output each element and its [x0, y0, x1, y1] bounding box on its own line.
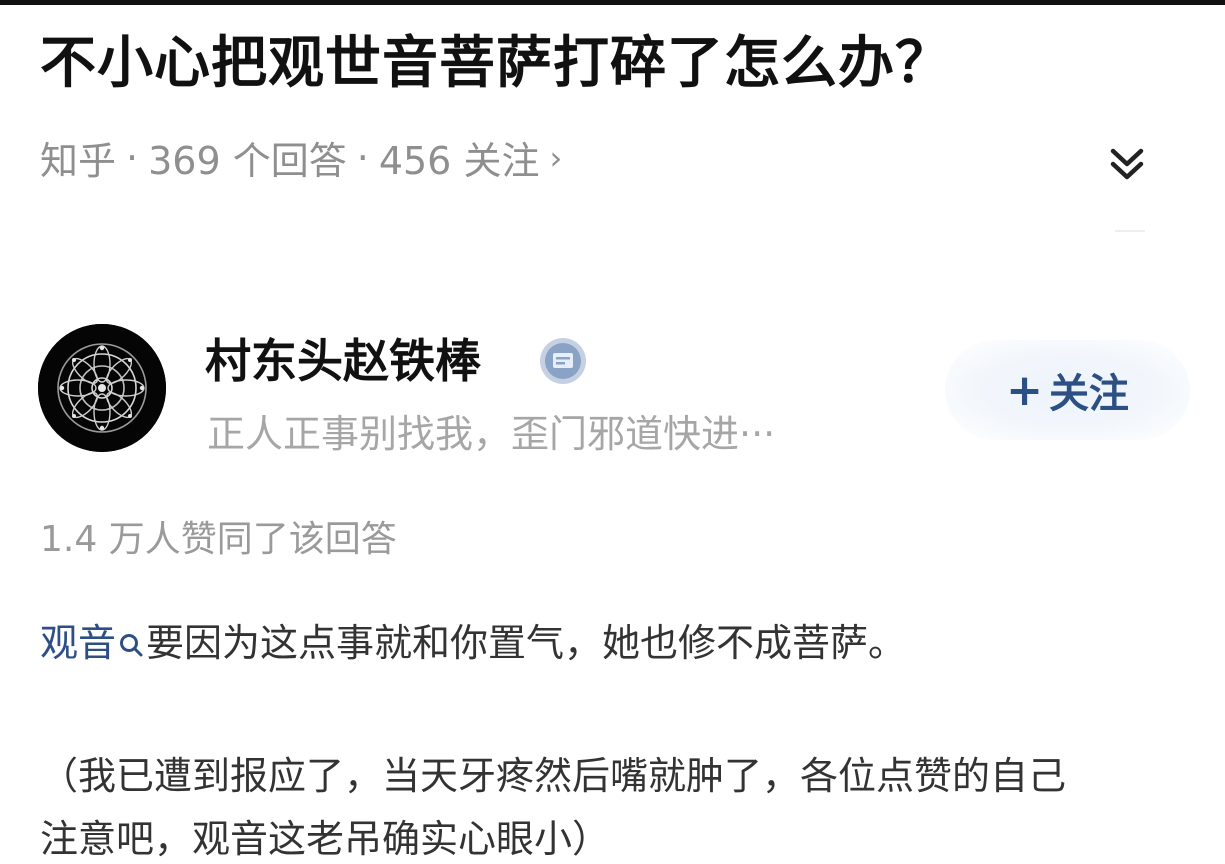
- upvote-count: 1.4 万人赞同了该回答: [40, 519, 397, 560]
- answer-text: 要因为这点事就和你置气，她也修不成菩萨。: [146, 621, 907, 665]
- divider: [1115, 230, 1145, 232]
- chevron-double-down-icon[interactable]: [1105, 142, 1149, 186]
- answer-paragraph-3: 注意吧，观音这老吊确实心眼小）: [40, 817, 611, 861]
- follow-label: 关注: [1048, 371, 1129, 417]
- author-bio: 正人正事别找我，歪门邪道快进···: [207, 412, 776, 456]
- avatar-mandala-image: [38, 324, 166, 452]
- meta-separator: ·: [126, 135, 139, 180]
- follow-button[interactable]: + 关注: [945, 340, 1190, 440]
- meta-separator: ·: [356, 135, 369, 180]
- avatar[interactable]: [38, 324, 166, 452]
- question-meta[interactable]: 知乎 · 369 个回答 · 456 关注 ›: [40, 130, 562, 185]
- followers-count: 456 关注: [378, 139, 540, 183]
- author-name[interactable]: 村东头赵铁棒: [205, 325, 481, 391]
- question-title[interactable]: 不小心把观世音菩萨打碎了怎么办？: [40, 18, 952, 99]
- chevron-right-icon: ›: [549, 138, 563, 177]
- source-label: 知乎: [40, 139, 117, 183]
- top-edge-bar: [0, 0, 1225, 5]
- plus-icon: +: [1006, 364, 1043, 416]
- answer-paragraph-1: 观音 要因为这点事就和你置气，她也修不成菩萨。: [40, 612, 906, 667]
- search-icon[interactable]: [118, 632, 144, 658]
- answers-count: 369 个回答: [148, 139, 347, 183]
- search-link-word[interactable]: 观音: [40, 621, 116, 665]
- verified-badge-icon: [540, 338, 586, 384]
- answer-paragraph-2: （我已遭到报应了，当天牙疼然后嘴就肿了，各位点赞的自己: [40, 754, 1067, 798]
